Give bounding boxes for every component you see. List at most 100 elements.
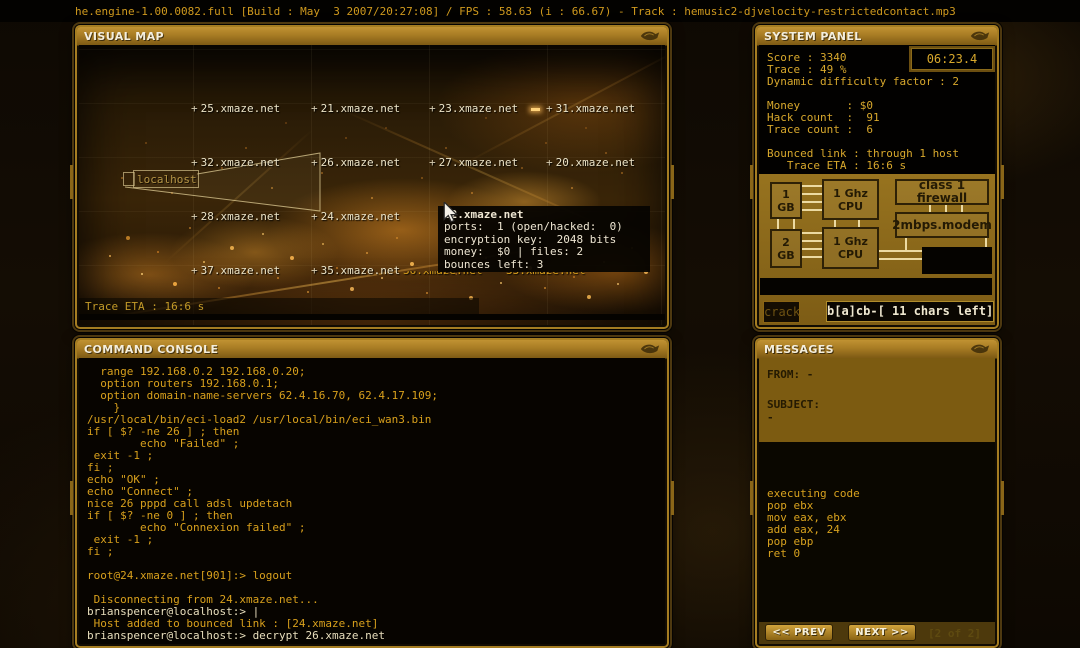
trace-eta-line: Trace ETA : 16:6 s (767, 159, 907, 172)
map-node[interactable]: +28.xmaze.net (191, 210, 280, 223)
node-marker-icon: + (311, 102, 318, 115)
message-meta: FROM: - SUBJECT: - (759, 358, 995, 442)
console-header: COMMAND CONSOLE (77, 340, 667, 359)
node-label: 21.xmaze.net (320, 102, 401, 115)
node-marker-icon: + (311, 156, 318, 169)
console-line: range 192.168.0.2 192.168.0.20; (87, 365, 306, 378)
tooltip-bounces: bounces left: 3 (444, 257, 544, 271)
console-line: exit -1 ; (87, 533, 154, 546)
node-label: 31.xmaze.net (555, 102, 636, 115)
map-node[interactable]: +21.xmaze.net (311, 102, 400, 115)
console-prompt-line[interactable]: brianspencer@localhost:> decrypt 26.xmaz… (87, 629, 665, 642)
swirl-icon (970, 344, 990, 354)
message-body: executing code pop ebx mov eax, ebx add … (759, 442, 995, 622)
swirl-icon (970, 31, 990, 41)
system-panel-title: SYSTEM PANEL (764, 30, 862, 43)
firewall-box: class 1 firewall (895, 179, 989, 205)
node-marker-icon: + (311, 210, 318, 223)
visual-map-title: VISUAL MAP (84, 30, 164, 43)
console-line: root@24.xmaze.net[901]:> logout (87, 569, 293, 582)
node-label: 25.xmaze.net (200, 102, 281, 115)
prev-message-button[interactable]: << PREV (765, 624, 833, 641)
node-label: 27.xmaze.net (438, 156, 519, 169)
node-label: 20.xmaze.net (555, 156, 636, 169)
node-label: 26.xmaze.net (320, 156, 401, 169)
map-node[interactable]: +32.xmaze.net (191, 156, 280, 169)
tooltip-money-files: money: $0 | files: 2 (444, 245, 584, 259)
console-line: } (87, 401, 121, 414)
localhost-label: localhost (137, 173, 197, 186)
map-node[interactable]: +23.xmaze.net (429, 102, 518, 115)
message-subject-label: SUBJECT: (767, 398, 820, 411)
console-line: option routers 192.168.0.1; (87, 377, 280, 390)
node-marker-icon: + (429, 102, 436, 115)
console-line: exit -1 ; (87, 449, 154, 462)
node-marker-icon: + (191, 264, 198, 277)
message-from: FROM: - (767, 368, 814, 381)
node-marker-icon: + (191, 102, 198, 115)
message-body-line: add eax, 24 (767, 523, 840, 536)
message-nav: << PREV NEXT >> [2 of 2] (759, 622, 995, 644)
node-label: 35.xmaze.net (320, 264, 401, 277)
console-line: if [ $? -ne 26 ] ; then (87, 425, 240, 438)
visual-map-header: VISUAL MAP (77, 27, 667, 46)
progress-bar (760, 278, 992, 295)
crack-password-input[interactable]: b[a]cb-[ 11 chars left] (826, 301, 994, 322)
message-body-line: pop ebp (767, 535, 814, 548)
next-message-button[interactable]: NEXT >> (848, 624, 916, 641)
console-line: echo "Connect" ; (87, 485, 193, 498)
messages-panel: MESSAGES FROM: - SUBJECT: - executing co… (750, 338, 1004, 648)
hardware-display-box (922, 247, 992, 274)
message-pager: [2 of 2] (928, 627, 981, 640)
message-subject-value: - (767, 411, 774, 424)
node-label: 24.xmaze.net (320, 210, 401, 223)
console-title: COMMAND CONSOLE (84, 343, 219, 356)
node-marker-icon: + (191, 210, 198, 223)
map-node[interactable]: +26.xmaze.net (311, 156, 400, 169)
message-body-line: ret 0 (767, 547, 801, 560)
hack-count-line: Hack count : 91 (767, 111, 880, 124)
ram-box-2: 2 GB (770, 229, 802, 268)
console-terminal[interactable]: range 192.168.0.2 192.168.0.20; option r… (79, 358, 665, 644)
difficulty-line: Dynamic difficulty factor : 2 (767, 75, 960, 88)
cpu-box-1: 1 Ghz CPU (822, 179, 879, 220)
host-tooltip: 22.xmaze.net ports: 1 (open/hacked: 0) e… (438, 206, 650, 272)
map-blip (531, 108, 540, 111)
game-screen: he.engine-1.00.0082.full [Build : May 3 … (0, 0, 1080, 648)
node-marker-icon: + (546, 156, 553, 169)
trace-eta-text: Trace ETA : 16:6 s (85, 300, 205, 313)
console-line: /usr/local/bin/eci-load2 /usr/local/bin/… (87, 413, 432, 426)
map-node[interactable]: +35.xmaze.net (311, 264, 400, 277)
map-node[interactable]: +27.xmaze.net (429, 156, 518, 169)
visual-map-panel: VISUAL MAP localhost +25.xmaze.net +21.x… (70, 25, 674, 329)
map-node[interactable]: +37.xmaze.net (191, 264, 280, 277)
cpu-box-2: 1 Ghz CPU (822, 227, 879, 269)
ram-box-1: 1 GB (770, 182, 802, 219)
console-line: Host added to bounced link : [24.xmaze.n… (87, 617, 379, 630)
node-label: 37.xmaze.net (200, 264, 281, 277)
console-line: option domain-name-servers 62.4.16.70, 6… (87, 389, 438, 402)
node-marker-icon: + (429, 156, 436, 169)
map-node[interactable]: +25.xmaze.net (191, 102, 280, 115)
map-node[interactable]: +24.xmaze.net (311, 210, 400, 223)
tooltip-ports: ports: 1 (open/hacked: 0) (444, 220, 623, 234)
console-line: if [ $? -ne 0 ] ; then (87, 509, 233, 522)
network-map[interactable]: localhost +25.xmaze.net +21.xmaze.net +2… (79, 45, 665, 325)
money-line: Money : $0 (767, 99, 873, 112)
console-line: echo "Connexion failed" ; (87, 521, 306, 534)
node-label: 28.xmaze.net (200, 210, 281, 223)
title-bar: he.engine-1.00.0082.full [Build : May 3 … (0, 0, 1080, 22)
node-label: 32.xmaze.net (200, 156, 281, 169)
system-panel: SYSTEM PANEL 06:23.4 Score : 3340 Trace … (750, 25, 1004, 329)
message-body-line: pop ebx (767, 499, 814, 512)
message-body-line: mov eax, ebx (767, 511, 847, 524)
console-line: echo "Failed" ; (87, 437, 240, 450)
bounced-link-line: Bounced link : through 1 host (767, 147, 960, 160)
console-line: Disconnecting from 24.xmaze.net... (87, 593, 319, 606)
trace-eta-bar: Trace ETA : 16:6 s (79, 298, 479, 314)
map-node[interactable]: +31.xmaze.net (546, 102, 635, 115)
map-node[interactable]: +20.xmaze.net (546, 156, 635, 169)
crack-button[interactable]: crack (763, 301, 800, 323)
